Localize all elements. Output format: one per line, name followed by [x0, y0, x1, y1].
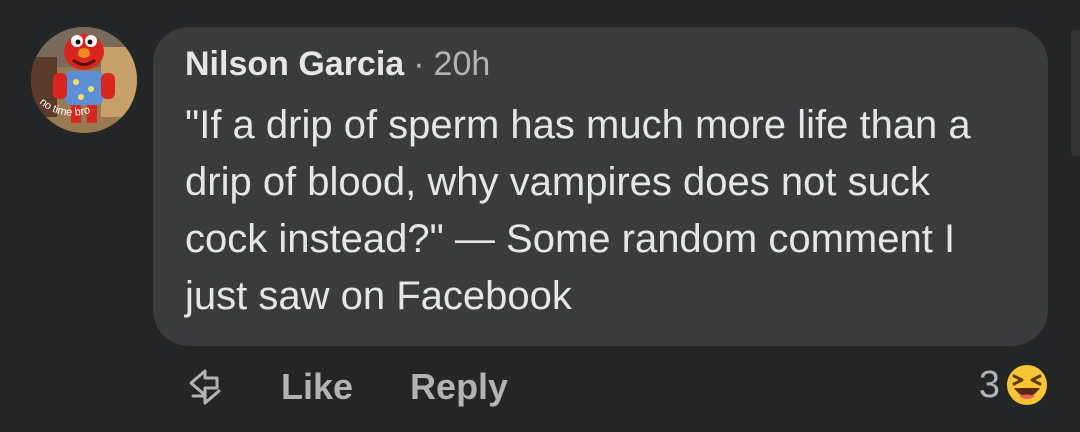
comment-actions: Like Reply	[183, 360, 565, 414]
separator-dot: ·	[413, 45, 425, 83]
laughing-emoji-icon	[1005, 363, 1049, 407]
like-button[interactable]: Like	[281, 366, 353, 408]
comment-bubble: Nilson Garcia · 20h "If a drip of sperm …	[153, 27, 1048, 346]
comment-header: Nilson Garcia · 20h	[185, 45, 1016, 93]
author-name[interactable]: Nilson Garcia	[185, 45, 404, 84]
elmo-avatar-icon: no time bro	[31, 27, 137, 133]
scrollbar-edge[interactable]	[1071, 30, 1080, 156]
share-icon[interactable]	[183, 365, 227, 409]
reaction-summary[interactable]: 3	[979, 358, 1050, 412]
comment-timestamp[interactable]: 20h	[434, 45, 491, 84]
reaction-count: 3	[978, 363, 1000, 406]
reply-button[interactable]: Reply	[410, 366, 508, 408]
avatar[interactable]: no time bro	[31, 27, 137, 133]
comment-text: "If a drip of sperm has much more life t…	[185, 103, 971, 318]
